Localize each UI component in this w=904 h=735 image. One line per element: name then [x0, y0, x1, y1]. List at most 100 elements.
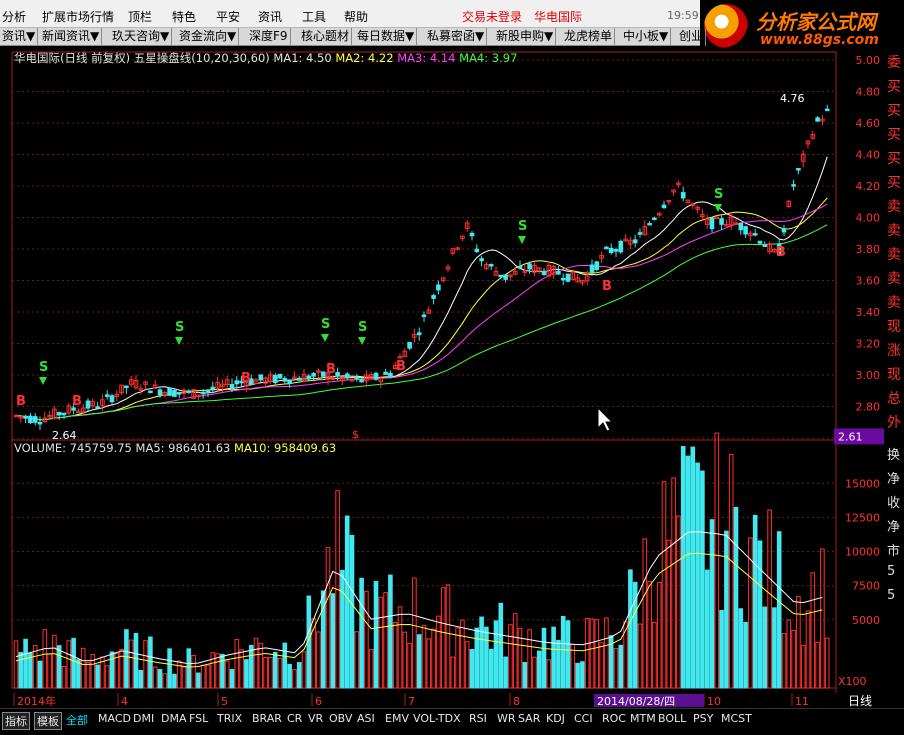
tab-boll[interactable]: BOLL: [658, 712, 686, 725]
candle-body: [229, 383, 235, 390]
tab-kdj[interactable]: KDJ: [546, 712, 565, 725]
menu-featured[interactable]: 特色: [172, 8, 196, 25]
volume-bar: [618, 644, 624, 689]
menu-pingan[interactable]: 平安: [216, 8, 240, 25]
volume-bar: [378, 596, 384, 689]
sell-signal: S: [175, 320, 184, 335]
volume-bar: [368, 649, 374, 689]
tab-模板[interactable]: 模板: [34, 712, 62, 730]
tab-sar[interactable]: SAR: [518, 712, 540, 725]
menu-extended-market[interactable]: 扩展市场行情: [42, 8, 114, 25]
tab-trix[interactable]: TRIX: [217, 712, 242, 725]
toolbar-news-info[interactable]: 资讯▼: [0, 28, 39, 46]
toolbar-ipo-subscribe[interactable]: 新股申购▼: [494, 28, 557, 46]
volume-bar: [594, 619, 600, 689]
menu-tools[interactable]: 工具: [302, 8, 326, 25]
date-label: 5: [221, 695, 228, 708]
volume-bar: [565, 620, 571, 689]
tab-psy[interactable]: PSY: [693, 712, 713, 725]
tab-cci[interactable]: CCI: [574, 712, 593, 725]
candle-body: [311, 373, 316, 377]
volume-bar: [628, 569, 633, 689]
volume-bar: [488, 648, 494, 689]
candle-body: [815, 117, 820, 122]
toolbar-daily-data[interactable]: 每日数据▼: [355, 28, 418, 46]
volume-bar: [556, 639, 561, 689]
buy-signal: B: [776, 245, 786, 260]
toolbar-core-topics[interactable]: 核心题材: [299, 28, 353, 46]
toolbar-news[interactable]: 新闻资讯▼: [40, 28, 103, 46]
volume-bar: [71, 637, 76, 689]
candle-body: [287, 379, 292, 384]
candle-body: [556, 270, 561, 275]
low-price-label: 2.64: [52, 429, 77, 442]
tab-mcst[interactable]: MCST: [721, 712, 752, 725]
volume-bar: [268, 656, 273, 689]
tab-wr[interactable]: WR: [497, 712, 516, 725]
toolbar-private-letter[interactable]: 私募密函▼: [425, 28, 488, 46]
dividend-marker: $: [352, 428, 359, 441]
tab-cr[interactable]: CR: [287, 712, 302, 725]
volume-bar: [287, 663, 292, 689]
volume-bar: [536, 650, 542, 689]
sell-arrow-icon: [321, 334, 329, 342]
tab-vr[interactable]: VR: [308, 712, 323, 725]
tab-fsl[interactable]: FSL: [189, 712, 208, 725]
volume-bar: [172, 673, 177, 689]
tab-obv[interactable]: OBV: [329, 712, 352, 725]
volume-bar: [714, 432, 720, 689]
volume-bar: [104, 665, 110, 689]
volume-bar: [719, 609, 724, 689]
toolbar-depth-f9[interactable]: 深度F9: [247, 28, 291, 46]
candle-body: [488, 264, 494, 267]
tab-rsi[interactable]: RSI: [469, 712, 487, 725]
volume-bar: [143, 640, 148, 689]
tab-mtm[interactable]: MTM: [630, 712, 656, 725]
tab-dma[interactable]: DMA: [161, 712, 187, 725]
tab-asi[interactable]: ASI: [357, 712, 375, 725]
buy-signal: B: [241, 371, 251, 386]
tab-全部[interactable]: 全部: [66, 712, 88, 728]
toolbar-capital-flow[interactable]: 资金流向▼: [177, 28, 240, 46]
chart-grid: [11, 51, 904, 708]
toolbar-sme-board[interactable]: 中小板▼: [621, 28, 672, 46]
candle-body: [709, 217, 715, 230]
volume-ma10: MA10: 958409.63: [234, 441, 337, 455]
chart-svg[interactable]: 4.76 2.64 S S S S S S B B B B B B B $ 5.00 4.80 4.60 4.40 4…: [0, 46, 904, 708]
candle-body: [157, 389, 163, 396]
candle-body: [589, 264, 595, 273]
candle-body: [565, 273, 571, 282]
candle-body: [762, 244, 768, 248]
volume-bar: [416, 634, 422, 689]
date-label: 4: [121, 695, 128, 708]
candle-body: [320, 371, 326, 377]
tab-指标[interactable]: 指标: [2, 712, 30, 730]
menu-analysis[interactable]: 分析: [2, 8, 26, 25]
tab-vol-tdx[interactable]: VOL-TDX: [413, 712, 461, 725]
tab-brar[interactable]: BRAR: [252, 712, 282, 725]
candle-body: [407, 341, 412, 349]
login-status[interactable]: 交易未登录: [462, 8, 522, 25]
volume-bar: [517, 627, 523, 689]
volume-bar: [205, 664, 211, 689]
volume-bar: [215, 653, 220, 689]
volume-bar: [666, 539, 672, 689]
kline-chart-panel[interactable]: 4.76 2.64 S S S S S S B B B B B B B $ 5.00 4.80 4.60 4.40 4…: [0, 46, 904, 708]
tab-roc[interactable]: ROC: [602, 712, 626, 725]
toolbar-jiutian[interactable]: 玖天咨询▼: [110, 28, 173, 46]
volume-bar: [652, 621, 657, 689]
sell-signal: S: [39, 360, 48, 375]
tab-dmi[interactable]: DMI: [133, 712, 154, 725]
toolbar-gem[interactable]: 创业: [677, 28, 707, 46]
volume-bar: [671, 477, 676, 689]
tab-emv[interactable]: EMV: [385, 712, 409, 725]
tab-macd[interactable]: MACD: [98, 712, 131, 725]
menu-top-bar[interactable]: 顶栏: [128, 8, 152, 25]
volume-bar: [388, 574, 393, 689]
volume-bar: [820, 548, 825, 689]
menu-info[interactable]: 资讯: [258, 8, 282, 25]
menu-help[interactable]: 帮助: [344, 8, 368, 25]
toolbar-dragon-tiger[interactable]: 龙虎榜单: [562, 28, 616, 46]
price-axis-tick: 3.00: [856, 369, 881, 382]
candle-body: [604, 246, 609, 250]
